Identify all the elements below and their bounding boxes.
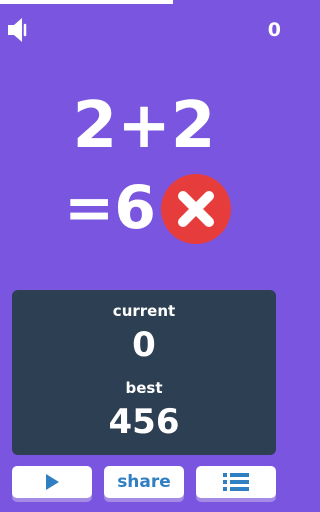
current-label: current bbox=[112, 302, 176, 320]
sound-toggle-button[interactable] bbox=[6, 16, 32, 44]
share-button[interactable]: share bbox=[104, 466, 184, 498]
wrong-x-icon bbox=[161, 174, 232, 244]
current-score: 0 bbox=[132, 325, 156, 365]
speaker-icon bbox=[8, 18, 27, 42]
timer-bar bbox=[0, 0, 288, 4]
score-panel: current 0 best 456 bbox=[12, 290, 276, 455]
best-score: 456 bbox=[108, 402, 180, 442]
timer-bar-fill bbox=[0, 0, 173, 4]
play-button[interactable] bbox=[12, 466, 92, 498]
list-menu-icon bbox=[223, 473, 249, 491]
score-counter: 0 bbox=[267, 19, 281, 41]
proposed-answer: =6 bbox=[63, 173, 157, 243]
share-label: share bbox=[117, 472, 171, 492]
best-label: best bbox=[125, 379, 163, 397]
menu-button[interactable] bbox=[196, 466, 276, 498]
answer-row: =6 bbox=[0, 168, 288, 248]
play-icon bbox=[46, 474, 59, 490]
math-expression: 2+2 bbox=[72, 89, 216, 163]
